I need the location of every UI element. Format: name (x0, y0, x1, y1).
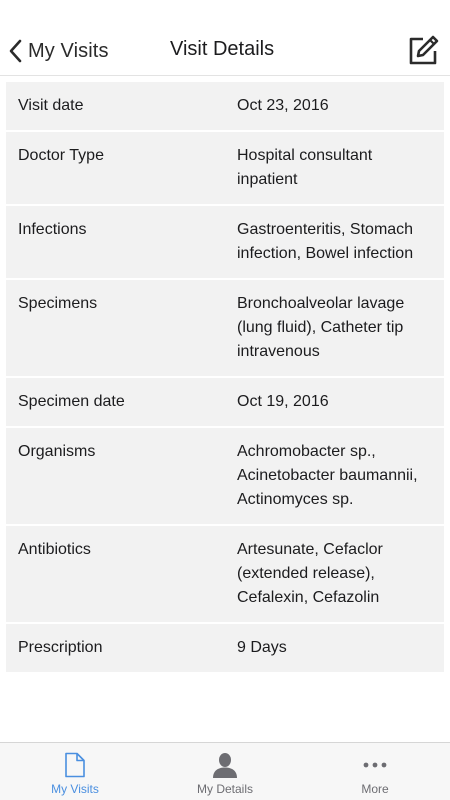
detail-label: Visit date (18, 97, 84, 114)
tab-my-details[interactable]: My Details (150, 743, 300, 800)
detail-row-infections: Infections Gastroenteritis, Stomach infe… (6, 206, 444, 280)
detail-label: Specimens (18, 295, 98, 312)
detail-row-specimen-date: Specimen date Oct 19, 2016 (6, 378, 444, 428)
detail-value: Bronchoalveolar lavage (lung fluid), Cat… (237, 295, 405, 360)
back-button-label: My Visits (28, 39, 109, 62)
detail-value: 9 Days (237, 639, 287, 656)
tab-label: My Details (196, 782, 253, 796)
detail-value: Hospital consultant inpatient (237, 147, 373, 188)
tab-bar: My Visits My Details More (0, 742, 450, 800)
detail-value: Oct 19, 2016 (237, 393, 329, 410)
visit-details-table: Visit date Oct 23, 2016 Doctor Type Hosp… (6, 82, 444, 674)
chevron-left-icon (8, 39, 22, 63)
detail-label: Antibiotics (18, 541, 91, 558)
detail-label: Prescription (18, 639, 103, 656)
detail-row-antibiotics: Antibiotics Artesunate, Cefaclor (extend… (6, 526, 444, 624)
detail-row-prescription: Prescription 9 Days (6, 624, 444, 674)
navigation-bar: My Visits Visit Details (0, 0, 450, 76)
detail-value: Achromobacter sp., Acinetobacter baumann… (237, 443, 418, 508)
tab-label: My Visits (51, 782, 99, 796)
edit-button[interactable] (406, 34, 440, 68)
edit-icon (406, 35, 440, 72)
tab-my-visits[interactable]: My Visits (0, 743, 150, 800)
detail-label: Specimen date (18, 393, 125, 410)
detail-value: Artesunate, Cefaclor (extended release),… (237, 541, 383, 606)
detail-label: Doctor Type (18, 147, 104, 164)
document-icon (64, 751, 86, 779)
detail-row-doctor-type: Doctor Type Hospital consultant inpatien… (6, 132, 444, 206)
more-icon (362, 751, 388, 779)
detail-label: Infections (18, 221, 87, 238)
detail-row-visit-date: Visit date Oct 23, 2016 (6, 82, 444, 132)
detail-row-specimens: Specimens Bronchoalveolar lavage (lung f… (6, 280, 444, 378)
app-screen: My Visits Visit Details Visit date Oct 2… (0, 0, 450, 800)
detail-label: Organisms (18, 443, 96, 460)
person-icon (212, 751, 238, 779)
detail-value: Oct 23, 2016 (237, 97, 329, 114)
detail-value: Gastroenteritis, Stomach infection, Bowe… (237, 221, 414, 262)
back-button[interactable]: My Visits (8, 36, 109, 66)
tab-label: More (361, 782, 389, 796)
detail-row-organisms: Organisms Achromobacter sp., Acinetobact… (6, 428, 444, 526)
tab-more[interactable]: More (300, 743, 450, 800)
page-title: Visit Details (170, 38, 275, 60)
